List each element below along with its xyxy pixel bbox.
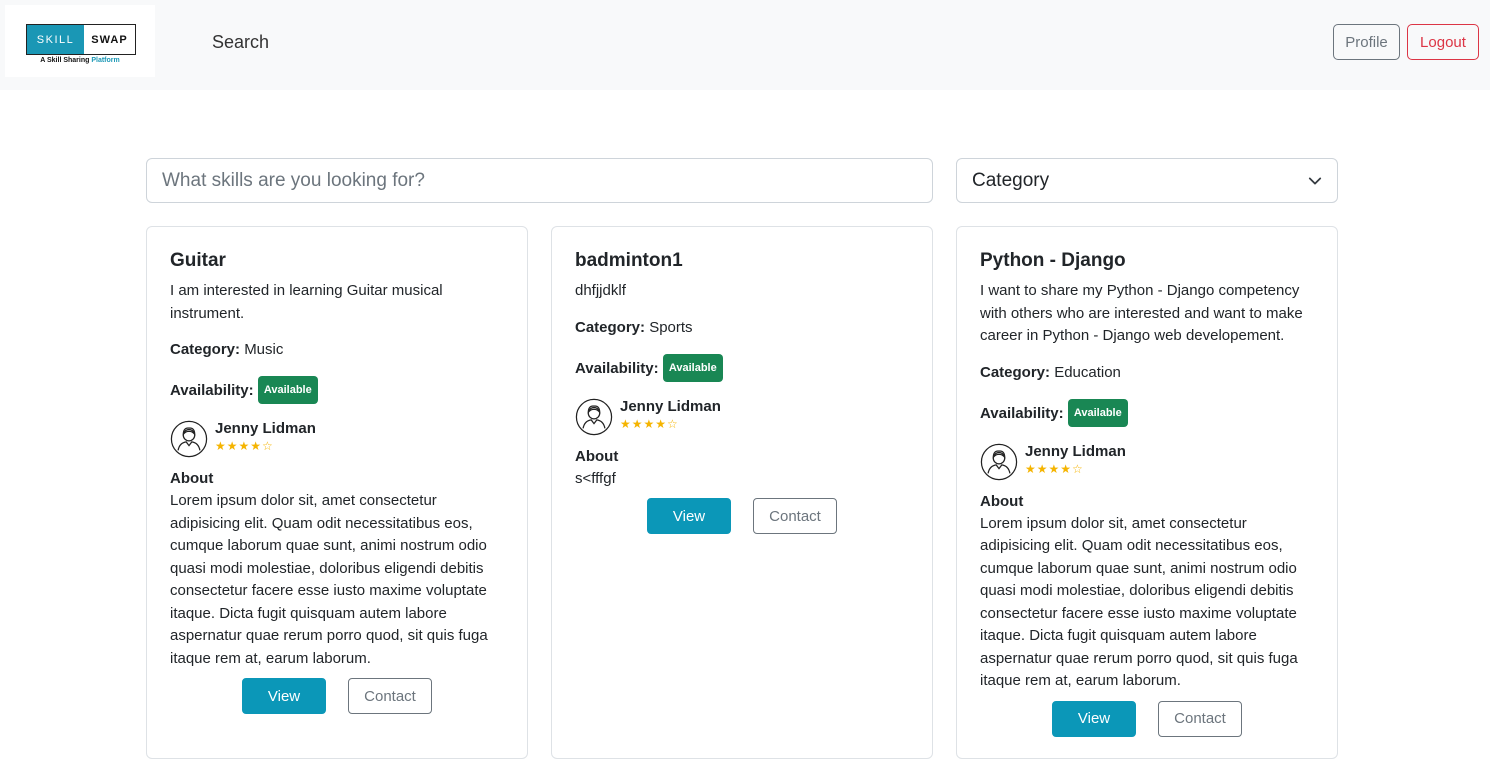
skill-card-actions: View Contact xyxy=(980,700,1314,737)
skill-card-actions: View Contact xyxy=(170,678,504,714)
skill-card-description: I want to share my Python - Django compe… xyxy=(980,282,1303,344)
user-name: Jenny Lidman xyxy=(620,397,721,415)
logo-tagline-accent: Platform xyxy=(91,57,120,64)
skill-card-category: Category: Education xyxy=(980,362,1314,384)
availability-badge: Available xyxy=(257,376,318,404)
availability-label: Availability: xyxy=(980,404,1064,422)
skill-card-availability: Availability: Available xyxy=(980,398,1314,427)
skill-card-description: dhfjjdklf xyxy=(575,282,626,299)
skill-card-availability: Availability: Available xyxy=(575,353,909,382)
category-select[interactable]: Category xyxy=(956,158,1338,203)
view-button[interactable]: View xyxy=(647,498,731,534)
about-heading: About xyxy=(575,447,619,465)
user-info: Jenny Lidman ★★★★☆ xyxy=(620,397,721,431)
user-name: Jenny Lidman xyxy=(1025,442,1126,460)
logo-tagline-text: A Skill Sharing xyxy=(40,57,90,64)
category-label: Category: xyxy=(980,363,1051,381)
skill-card-title: Guitar xyxy=(170,250,226,271)
skill-card-title: Python - Django xyxy=(980,250,1126,271)
view-button[interactable]: View xyxy=(1052,700,1136,737)
nav-link-search[interactable]: Search xyxy=(212,32,269,53)
about-text: Lorem ipsum dolor sit, amet consectetur … xyxy=(170,492,488,667)
logo-wordmark: SKILL SWAP xyxy=(26,24,136,55)
skill-card: badminton1 dhfjjdklf Category: Sports Av… xyxy=(551,226,933,759)
user-name: Jenny Lidman xyxy=(215,420,316,437)
user-rating-stars: ★★★★☆ xyxy=(1025,461,1084,476)
availability-badge: Available xyxy=(662,353,723,382)
about-heading: About xyxy=(980,492,1024,510)
skillswap-logo[interactable]: SKILL SWAP A Skill Sharing Platform xyxy=(5,5,155,77)
availability-label: Availability: xyxy=(575,359,659,377)
category-label: Category: xyxy=(575,318,646,336)
user-info: Jenny Lidman ★★★★☆ xyxy=(215,419,316,453)
skill-card-availability: Availability: Available xyxy=(170,376,504,404)
skill-card-user: Jenny Lidman ★★★★☆ xyxy=(980,442,1314,481)
category-select-value: Category xyxy=(972,169,1050,191)
category-value: Education xyxy=(1054,363,1121,381)
logout-button[interactable]: Logout xyxy=(1407,24,1479,60)
contact-button[interactable]: Contact xyxy=(348,678,432,714)
user-rating-stars: ★★★★☆ xyxy=(620,416,679,431)
contact-button[interactable]: Contact xyxy=(753,498,837,534)
skill-card-category: Category: Sports xyxy=(575,317,909,339)
logo-text-right: SWAP xyxy=(91,33,128,46)
chevron-down-icon xyxy=(1308,177,1322,184)
about-heading: About xyxy=(170,470,214,487)
logo-tagline: A Skill Sharing Platform xyxy=(5,57,155,64)
user-avatar-icon xyxy=(980,443,1018,480)
skill-card-category: Category: Music xyxy=(170,339,504,361)
skill-card-actions: View Contact xyxy=(575,498,909,534)
skill-card-title: badminton1 xyxy=(575,250,683,271)
category-value: Music xyxy=(244,341,284,358)
skill-card: Guitar I am interested in learning Guita… xyxy=(146,226,528,759)
logo-text-left: SKILL xyxy=(27,25,84,54)
about-text: Lorem ipsum dolor sit, amet consectetur … xyxy=(980,514,1298,690)
navbar: SKILL SWAP A Skill Sharing Platform Sear… xyxy=(0,0,1490,90)
skill-card-user: Jenny Lidman ★★★★☆ xyxy=(575,397,909,436)
skill-card-user: Jenny Lidman ★★★★☆ xyxy=(170,419,504,458)
user-avatar-icon xyxy=(575,398,613,435)
profile-button[interactable]: Profile xyxy=(1333,24,1400,60)
skill-card: Python - Django I want to share my Pytho… xyxy=(956,226,1338,759)
view-button[interactable]: View xyxy=(242,678,326,714)
category-value: Sports xyxy=(649,318,693,336)
category-label: Category: xyxy=(170,341,241,358)
skill-search-input[interactable] xyxy=(146,158,933,203)
user-rating-stars: ★★★★☆ xyxy=(215,439,274,453)
about-text: s<fffgf xyxy=(575,469,616,487)
user-avatar-icon xyxy=(170,420,208,458)
contact-button[interactable]: Contact xyxy=(1158,700,1242,737)
availability-badge: Available xyxy=(1067,398,1128,427)
user-info: Jenny Lidman ★★★★☆ xyxy=(1025,442,1126,476)
availability-label: Availability: xyxy=(170,382,254,399)
skill-card-description: I am interested in learning Guitar music… xyxy=(170,282,443,322)
